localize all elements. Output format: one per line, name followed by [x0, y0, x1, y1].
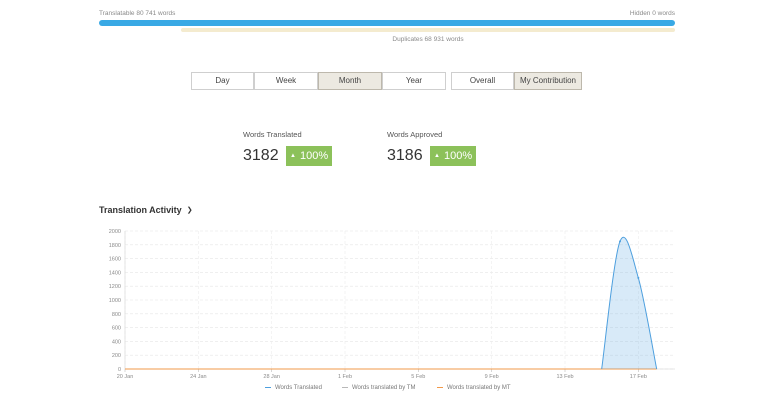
translatable-progress-bar [99, 20, 675, 26]
tab-overall[interactable]: Overall [451, 72, 514, 90]
legend-swatch [437, 386, 443, 388]
y-tick-label: 400 [112, 339, 121, 345]
x-tick-label: 17 Feb [630, 374, 647, 380]
translation-activity-dropdown[interactable]: Translation Activity ❯ [99, 205, 193, 215]
tab-year[interactable]: Year [382, 72, 446, 90]
y-tick-label: 800 [112, 312, 121, 318]
triangle-up-icon: ▲ [434, 153, 440, 159]
legend-label: Words translated by TM [352, 385, 416, 391]
legend-label: Words translated by MT [447, 385, 511, 391]
period-scope-tabs: Day Week Month Year Overall My Contribut… [0, 72, 768, 90]
y-tick-label: 1400 [109, 270, 121, 276]
y-tick-label: 200 [112, 353, 121, 359]
triangle-up-icon: ▲ [290, 153, 296, 159]
legend-words-translated-by-tm[interactable]: Words translated by TM [342, 385, 415, 391]
words-translated-stat: Words Translated 3182 ▲ 100% [243, 130, 333, 166]
y-tick-label: 600 [112, 326, 121, 332]
tab-day[interactable]: Day [191, 72, 254, 90]
legend-swatch [342, 386, 348, 388]
words-translated-value: 3182 [243, 147, 279, 164]
words-translated-change-badge: ▲ 100% [286, 146, 333, 166]
x-tick-label: 13 Feb [556, 374, 573, 380]
legend-swatch [265, 386, 271, 388]
translatable-words-label: Translatable 80 741 words [99, 10, 176, 17]
words-translated-change: 100% [300, 150, 329, 162]
y-tick-label: 1600 [109, 257, 121, 263]
words-translated-label: Words Translated [243, 130, 302, 139]
x-tick-label: 1 Feb [338, 374, 352, 380]
words-approved-change-badge: ▲ 100% [430, 146, 477, 166]
legend-words-translated-by-mt[interactable]: Words translated by MT [437, 385, 511, 391]
hidden-words-label: Hidden 0 words [629, 10, 675, 17]
chart-legend: Words Translated Words translated by TM … [0, 385, 768, 395]
y-tick-label: 0 [118, 367, 121, 373]
x-tick-label: 5 Feb [411, 374, 425, 380]
words-approved-change: 100% [444, 150, 473, 162]
y-tick-label: 1200 [109, 284, 121, 290]
words-approved-label: Words Approved [387, 130, 443, 139]
duplicates-words-label: Duplicates 68 931 words [392, 36, 464, 43]
data-point [637, 276, 640, 279]
x-tick-label: 24 Jan [190, 374, 207, 380]
y-tick-label: 1800 [109, 243, 121, 249]
tab-month[interactable]: Month [318, 72, 382, 90]
y-tick-label: 1000 [109, 298, 121, 304]
x-tick-label: 20 Jan [117, 374, 134, 380]
tab-my-contribution[interactable]: My Contribution [514, 72, 582, 90]
legend-words-translated[interactable]: Words Translated [265, 385, 322, 391]
x-tick-label: 28 Jan [263, 374, 280, 380]
words-approved-stat: Words Approved 3186 ▲ 100% [387, 130, 477, 166]
y-tick-label: 2000 [109, 229, 121, 235]
words-approved-value: 3186 [387, 147, 423, 164]
translation-activity-chart: 0 200 400 600 800 1000 1200 1400 1600 1800 2000 20… [109, 229, 675, 380]
duplicates-bar [181, 28, 675, 32]
legend-label: Words Translated [275, 385, 322, 391]
section-title: Translation Activity [99, 205, 182, 215]
x-tick-label: 9 Feb [485, 374, 499, 380]
tab-week[interactable]: Week [254, 72, 318, 90]
data-point [619, 240, 621, 243]
chevron-down-icon: ❯ [186, 207, 193, 214]
